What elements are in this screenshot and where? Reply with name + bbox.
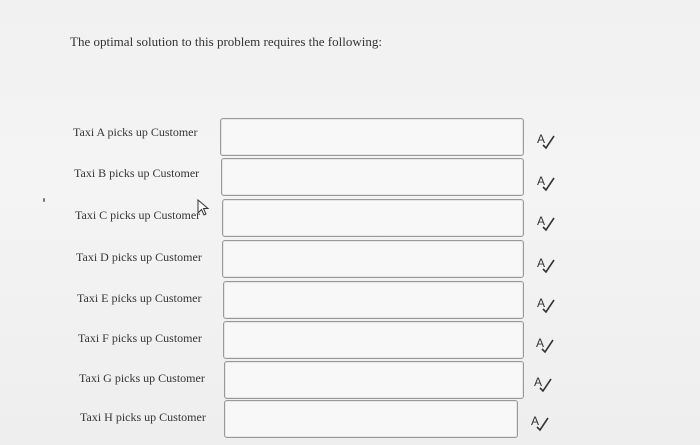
svg-text:A: A xyxy=(537,214,545,228)
question-prompt: The optimal solution to this problem req… xyxy=(70,34,382,49)
row-label-taxi-b: Taxi B picks up Customer xyxy=(74,166,200,180)
answer-input-taxi-c[interactable] xyxy=(222,199,524,237)
svg-text:A: A xyxy=(536,336,544,350)
row-label-taxi-e: Taxi E picks up Customer xyxy=(77,291,202,305)
spellcheck-icon[interactable]: A xyxy=(535,334,555,354)
answer-input-taxi-f[interactable] xyxy=(223,321,524,359)
spellcheck-icon[interactable]: A xyxy=(536,212,556,232)
spellcheck-icon[interactable]: A xyxy=(536,294,556,314)
svg-text:A: A xyxy=(537,256,545,270)
answer-input-taxi-g[interactable] xyxy=(224,361,524,399)
row-label-taxi-g: Taxi G picks up Customer xyxy=(79,371,205,385)
row-label-taxi-d: Taxi D picks up Customer xyxy=(76,250,202,264)
spellcheck-icon[interactable]: A xyxy=(533,373,553,393)
answer-input-taxi-b[interactable] xyxy=(221,158,524,196)
spellcheck-icon[interactable]: A xyxy=(536,254,556,274)
mouse-pointer-icon xyxy=(197,198,211,217)
answer-input-taxi-e[interactable] xyxy=(223,281,524,319)
spellcheck-icon[interactable]: A xyxy=(536,172,556,192)
spellcheck-icon[interactable]: A xyxy=(536,130,556,150)
svg-text:A: A xyxy=(537,296,545,310)
row-label-taxi-c: Taxi C picks up Customer xyxy=(75,208,201,222)
answer-input-taxi-d[interactable] xyxy=(222,240,524,278)
svg-text:A: A xyxy=(534,375,542,389)
svg-text:A: A xyxy=(537,132,545,146)
answer-input-taxi-a[interactable] xyxy=(220,118,524,156)
row-label-taxi-f: Taxi F picks up Customer xyxy=(78,331,202,345)
answer-input-taxi-h[interactable] xyxy=(224,400,518,438)
screen-speck xyxy=(43,198,45,202)
spellcheck-icon[interactable]: A xyxy=(530,412,550,432)
svg-text:A: A xyxy=(537,174,545,188)
row-label-taxi-h: Taxi H picks up Customer xyxy=(80,410,206,424)
svg-text:A: A xyxy=(531,414,539,428)
row-label-taxi-a: Taxi A picks up Customer xyxy=(73,125,198,139)
